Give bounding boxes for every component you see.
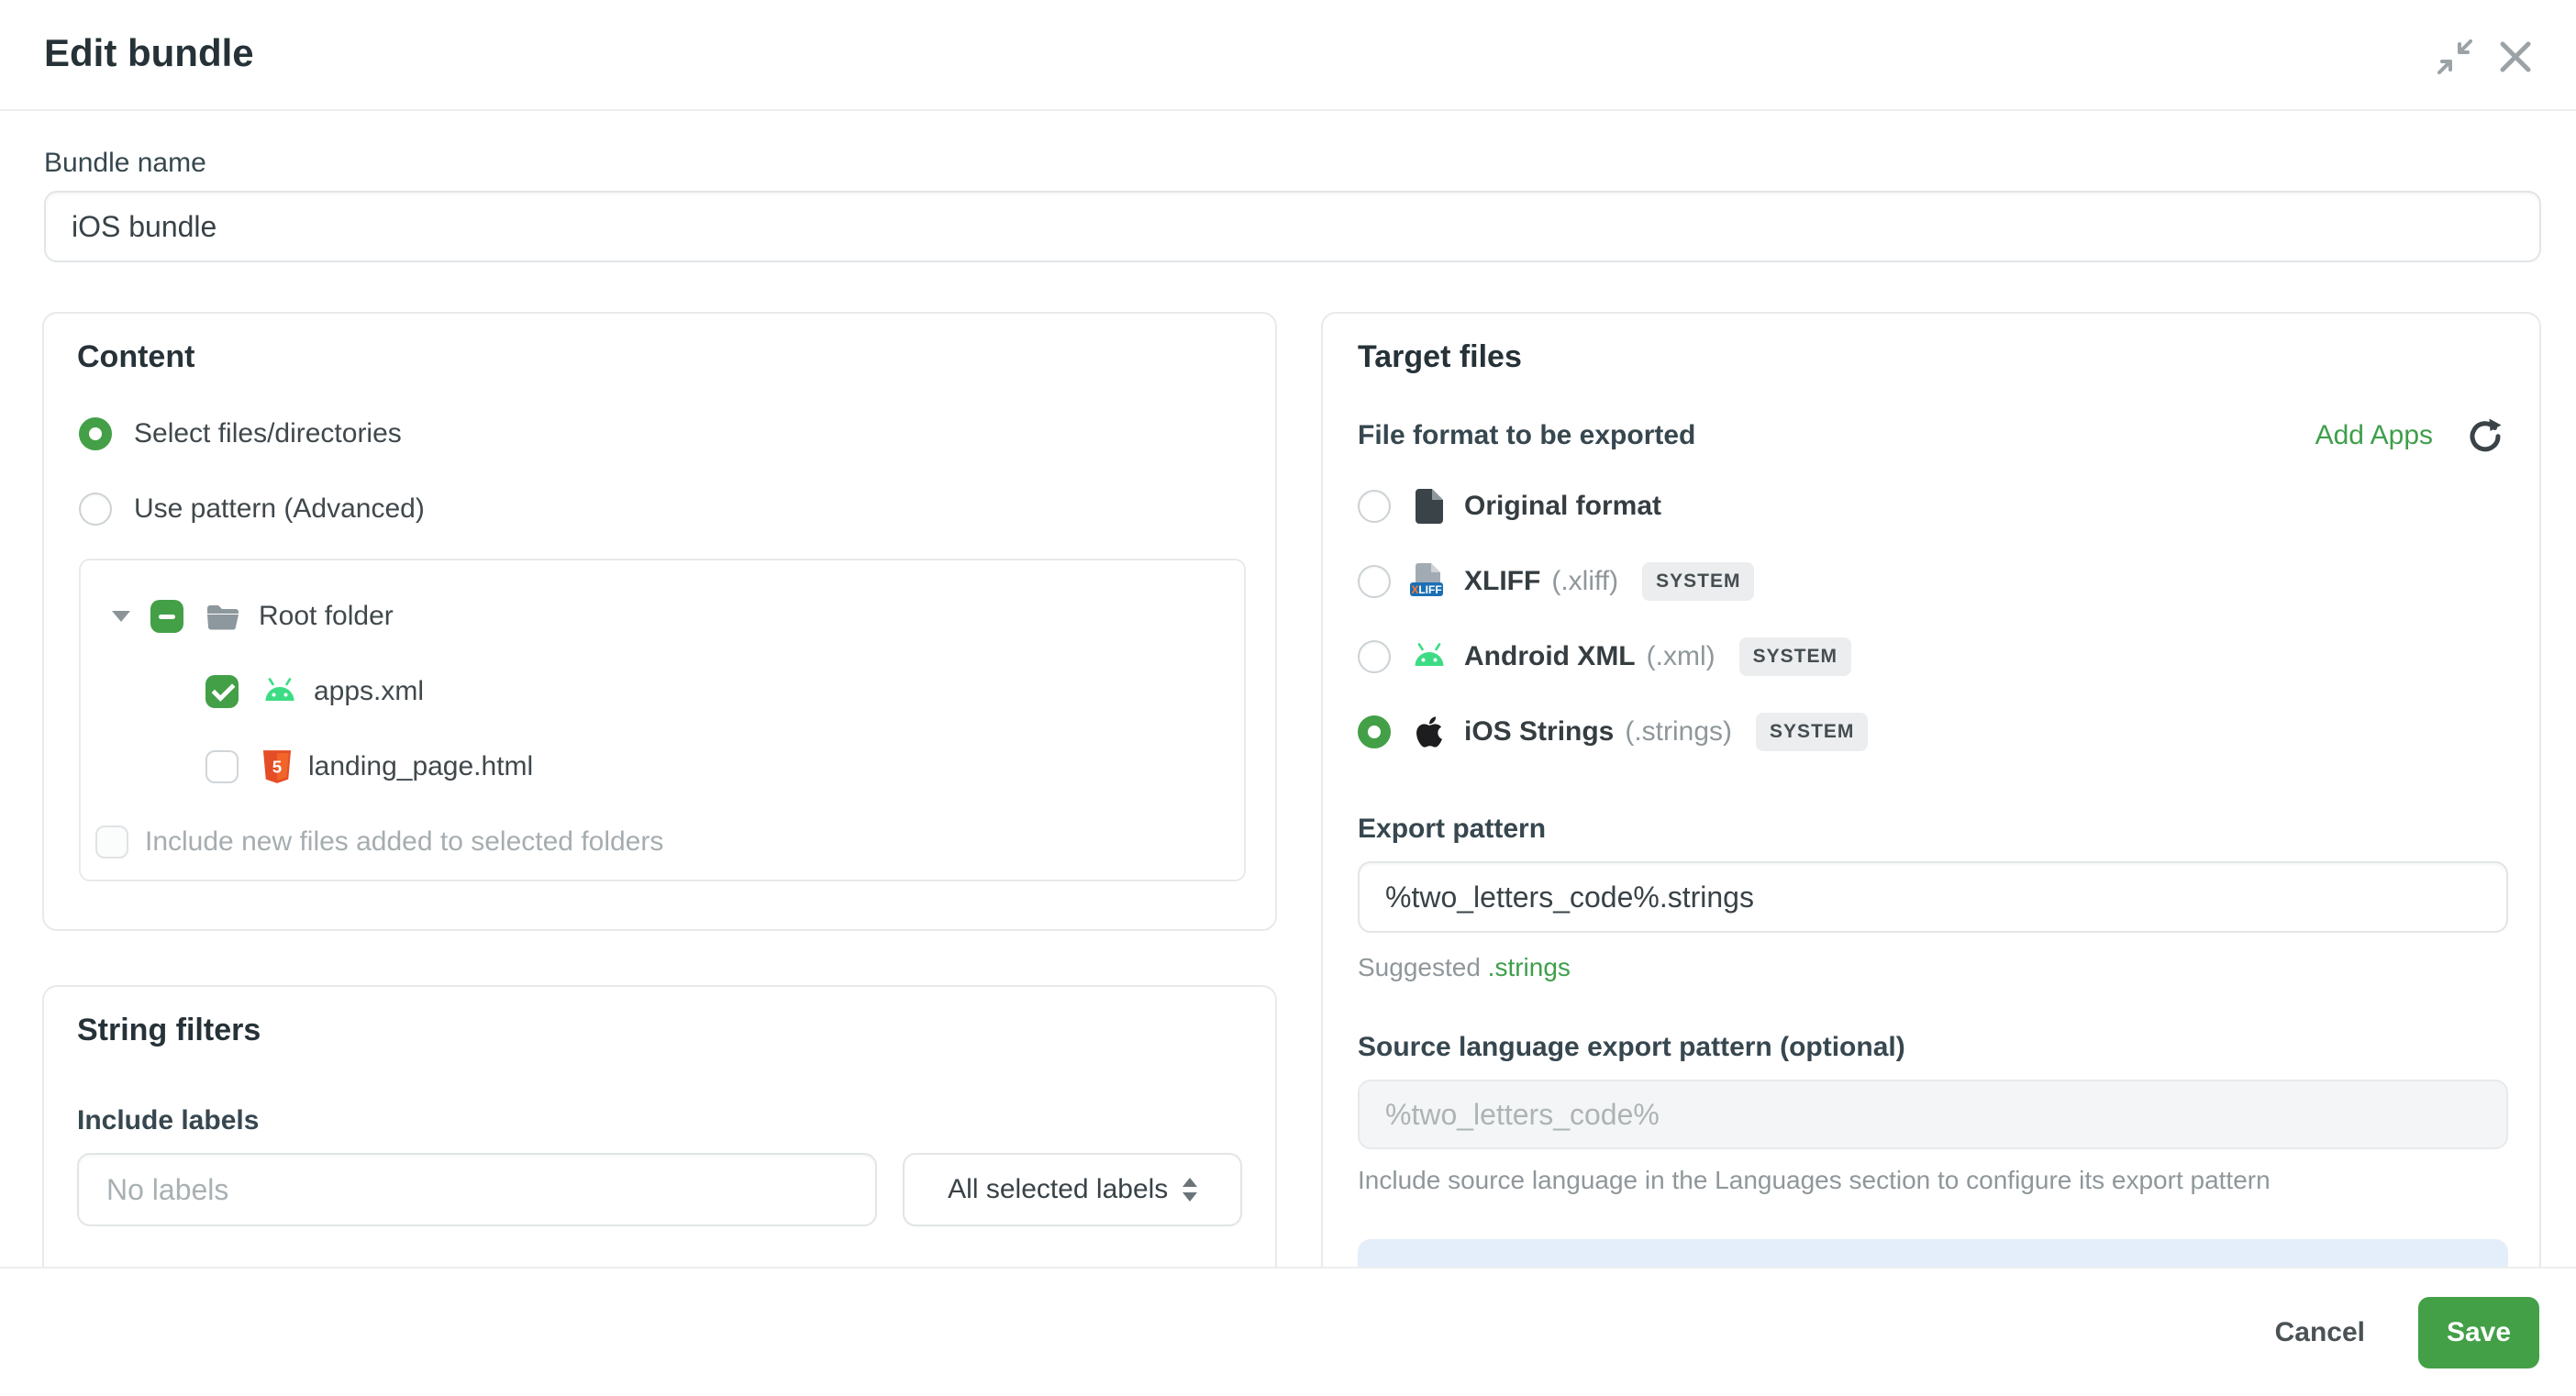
file-tree: Root folder apps.xml bbox=[79, 559, 1246, 881]
file-name: landing_page.html bbox=[308, 751, 533, 782]
android-icon bbox=[1409, 642, 1449, 671]
collapse-icon[interactable] bbox=[2437, 39, 2473, 75]
radio-selected-icon bbox=[1358, 715, 1391, 748]
source-pattern-helper: Include source language in the Languages… bbox=[1358, 1166, 2504, 1195]
label-match-value: All selected labels bbox=[948, 1174, 1168, 1205]
format-option-xliff[interactable]: XLIFF XLIFF (.xliff) SYSTEM bbox=[1358, 544, 2504, 619]
close-icon[interactable] bbox=[2497, 39, 2534, 75]
folder-icon bbox=[205, 602, 240, 631]
landing-page-checkbox[interactable] bbox=[205, 750, 239, 783]
suggested-pattern: Suggested .strings bbox=[1358, 953, 2504, 982]
tree-row-file[interactable]: apps.xml bbox=[81, 654, 1244, 729]
html5-icon: 5 bbox=[262, 749, 292, 784]
format-option-original[interactable]: Original format bbox=[1358, 469, 2504, 544]
apps-xml-checkbox[interactable] bbox=[205, 675, 239, 708]
dialog-footer: Cancel Save bbox=[0, 1267, 2576, 1396]
dialog-header: Edit bundle bbox=[0, 0, 2576, 111]
suggested-pattern-link[interactable]: .strings bbox=[1488, 953, 1571, 981]
radio-unselected-icon bbox=[79, 493, 112, 526]
include-labels-input[interactable] bbox=[77, 1153, 877, 1226]
string-filters-card: String filters Include labels All select… bbox=[42, 985, 1277, 1267]
chevron-down-icon[interactable] bbox=[112, 611, 130, 622]
system-badge: SYSTEM bbox=[1756, 713, 1868, 751]
string-filters-title: String filters bbox=[77, 1013, 1242, 1048]
svg-text:XLIFF: XLIFF bbox=[1411, 583, 1441, 596]
radio-selected-icon bbox=[79, 417, 112, 450]
save-button[interactable]: Save bbox=[2418, 1297, 2539, 1368]
window-buttons bbox=[2437, 39, 2534, 75]
cancel-button[interactable]: Cancel bbox=[2275, 1317, 2365, 1348]
dialog-title: Edit bundle bbox=[44, 31, 254, 75]
file-name: apps.xml bbox=[314, 676, 424, 707]
system-badge: SYSTEM bbox=[1642, 562, 1754, 601]
include-new-files-label: Include new files added to selected fold… bbox=[145, 826, 663, 858]
dialog-body: Bundle name Content Select files/directo… bbox=[0, 111, 2576, 1267]
export-pattern-input[interactable] bbox=[1358, 861, 2508, 933]
export-pattern-label: Export pattern bbox=[1358, 814, 2504, 845]
radio-use-pattern[interactable]: Use pattern (Advanced) bbox=[79, 493, 1242, 526]
radio-unselected-icon bbox=[1358, 640, 1391, 673]
xliff-icon: XLIFF bbox=[1409, 562, 1449, 601]
file-format-label: File format to be exported bbox=[1358, 420, 1695, 451]
tree-row-file[interactable]: 5 landing_page.html bbox=[81, 729, 1244, 804]
target-files-title: Target files bbox=[1358, 339, 2504, 375]
include-labels-label: Include labels bbox=[77, 1105, 1242, 1136]
format-options-list: Original format XLIFF XLIFF (.xliff) bbox=[1358, 469, 2504, 770]
bundle-name-input[interactable] bbox=[44, 191, 2541, 262]
radio-unselected-icon bbox=[1358, 565, 1391, 598]
root-folder-checkbox[interactable] bbox=[150, 600, 183, 633]
apple-icon bbox=[1409, 715, 1449, 749]
include-new-files-checkbox bbox=[95, 825, 128, 859]
svg-text:5: 5 bbox=[272, 758, 282, 777]
source-pattern-input bbox=[1358, 1080, 2508, 1149]
radio-select-files[interactable]: Select files/directories bbox=[79, 417, 1242, 450]
system-badge: SYSTEM bbox=[1739, 637, 1851, 676]
info-alert bbox=[1358, 1239, 2508, 1267]
file-icon bbox=[1409, 489, 1449, 524]
refresh-icon[interactable] bbox=[2464, 415, 2504, 456]
include-new-files-row: Include new files added to selected fold… bbox=[81, 810, 1244, 874]
content-card: Content Select files/directories Use pat… bbox=[42, 312, 1277, 931]
bundle-name-label: Bundle name bbox=[44, 148, 206, 179]
label-match-select[interactable]: All selected labels bbox=[903, 1153, 1242, 1226]
select-arrows-icon bbox=[1183, 1178, 1197, 1202]
tree-row-root[interactable]: Root folder bbox=[81, 579, 1244, 654]
android-icon bbox=[262, 677, 297, 706]
format-option-android-xml[interactable]: Android XML (.xml) SYSTEM bbox=[1358, 619, 2504, 694]
target-files-card: Target files File format to be exported … bbox=[1321, 312, 2541, 1267]
root-folder-label: Root folder bbox=[259, 601, 394, 632]
source-pattern-label: Source language export pattern (optional… bbox=[1358, 1032, 2504, 1063]
add-apps-link[interactable]: Add Apps bbox=[2315, 420, 2433, 451]
radio-unselected-icon bbox=[1358, 490, 1391, 523]
content-title: Content bbox=[77, 339, 1242, 375]
format-option-ios-strings[interactable]: iOS Strings (.strings) SYSTEM bbox=[1358, 694, 2504, 770]
